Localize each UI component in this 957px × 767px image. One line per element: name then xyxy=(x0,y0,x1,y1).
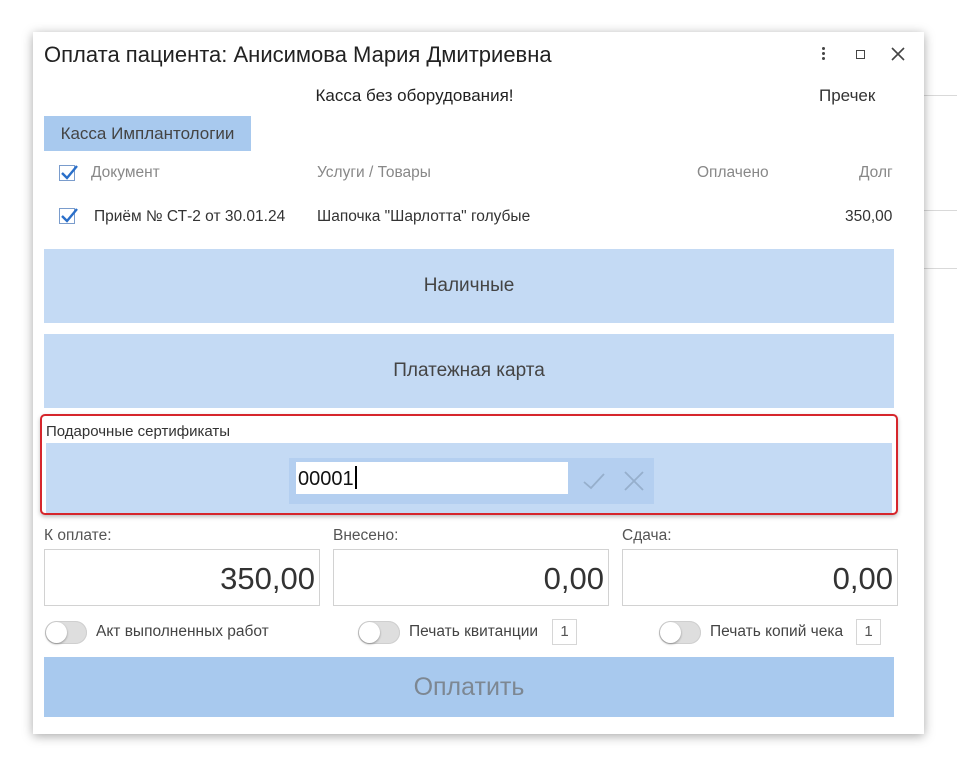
checkmark-icon xyxy=(61,208,78,223)
row-services: Шапочка "Шарлотта" голубые xyxy=(317,208,531,225)
receipt-print-label: Печать квитанции xyxy=(409,623,539,640)
checkmark-icon xyxy=(61,165,78,180)
confirm-check-icon[interactable] xyxy=(581,468,607,494)
change-field: 0,00 xyxy=(622,549,898,606)
certificate-input-group: 00001 xyxy=(289,458,654,504)
to-pay-field: 350,00 xyxy=(44,549,320,606)
card-button[interactable]: Платежная карта xyxy=(44,334,894,408)
background-window-edge xyxy=(924,210,957,211)
maximize-icon[interactable] xyxy=(851,44,871,64)
more-options-icon[interactable] xyxy=(813,44,833,64)
change-label: Сдача: xyxy=(622,527,672,544)
gift-certificates-panel: Подарочные сертификаты 00001 xyxy=(40,414,898,515)
close-icon[interactable] xyxy=(888,44,908,64)
receipt-print-toggle[interactable] xyxy=(358,621,400,644)
check-copies-label: Печать копий чека xyxy=(710,623,844,640)
background-window-edge xyxy=(924,95,957,96)
pre-receipt-link[interactable]: Пречек xyxy=(819,86,875,106)
row-debt: 350,00 xyxy=(845,208,893,225)
clear-x-icon[interactable] xyxy=(621,468,647,494)
row-document: Приём № СТ-2 от 30.01.24 xyxy=(94,208,286,225)
pay-button[interactable]: Оплатить xyxy=(44,657,894,717)
certificate-code-input[interactable]: 00001 xyxy=(296,462,568,494)
background-window-edge xyxy=(924,268,957,269)
to-pay-label: К оплате: xyxy=(44,527,112,544)
act-toggle-label: Акт выполненных работ xyxy=(96,623,269,640)
text-caret xyxy=(354,466,357,489)
column-header-document: Документ xyxy=(91,164,160,181)
deposited-field[interactable]: 0,00 xyxy=(333,549,609,606)
gift-certificates-label: Подарочные сертификаты xyxy=(46,423,231,440)
check-copies-input[interactable]: 1 xyxy=(856,619,881,645)
dialog-title: Оплата пациента: Анисимова Мария Дмитрие… xyxy=(44,42,552,67)
row-checkbox[interactable] xyxy=(59,208,78,224)
tab-cashbox[interactable]: Касса Имплантологии xyxy=(44,116,251,151)
cash-button[interactable]: Наличные xyxy=(44,249,894,323)
cashbox-warning: Касса без оборудования! xyxy=(315,86,514,105)
gift-certificate-area: 00001 xyxy=(46,443,892,513)
column-header-debt: Долг xyxy=(859,164,893,181)
select-all-checkbox[interactable] xyxy=(59,165,78,181)
payment-dialog: Оплата пациента: Анисимова Мария Дмитрие… xyxy=(33,32,924,734)
column-header-services: Услуги / Товары xyxy=(317,164,431,181)
deposited-label: Внесено: xyxy=(333,527,399,544)
act-toggle[interactable] xyxy=(45,621,87,644)
receipt-print-copies-input[interactable]: 1 xyxy=(552,619,577,645)
column-header-paid: Оплачено xyxy=(697,164,769,181)
certificate-code-value: 00001 xyxy=(298,468,354,490)
check-copies-toggle[interactable] xyxy=(659,621,701,644)
